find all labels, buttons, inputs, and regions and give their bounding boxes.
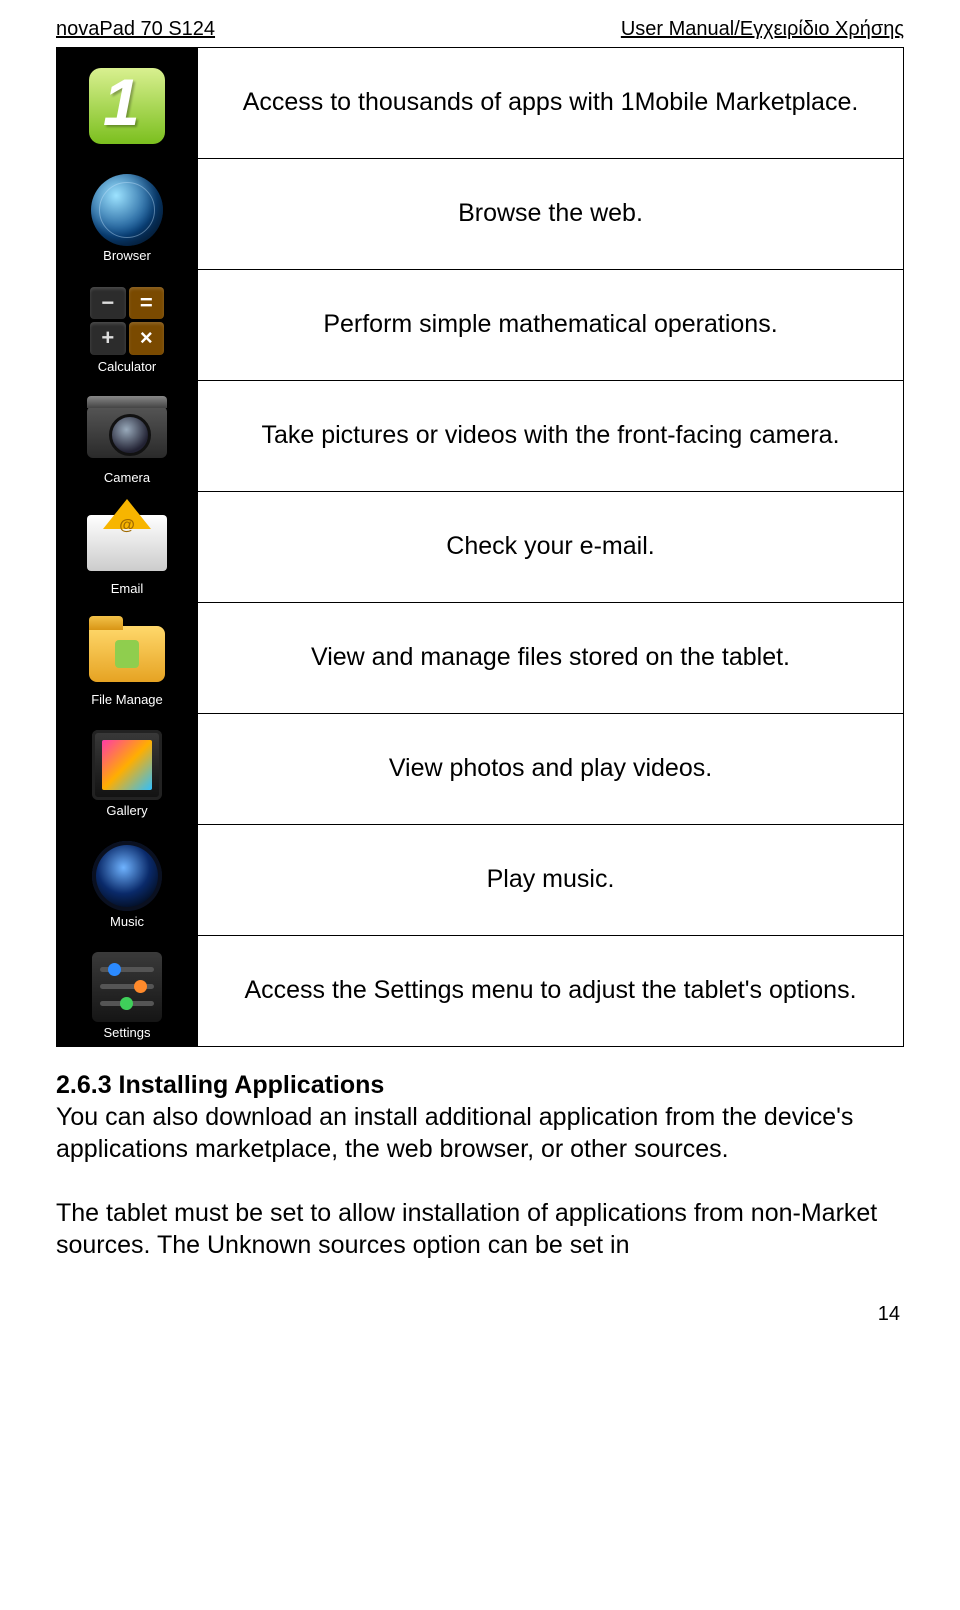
icon-label: Settings — [104, 1025, 151, 1044]
settings-sliders-icon — [92, 952, 162, 1022]
folder-icon — [89, 626, 165, 682]
table-row: Music Play music. — [57, 825, 904, 936]
icon-cell-calculator: −=+× Calculator — [57, 270, 198, 381]
email-icon — [87, 515, 167, 571]
icon-cell-settings: Settings — [57, 936, 198, 1047]
icon-cell-email: Email — [57, 492, 198, 603]
desc-cell: View photos and play videos. — [198, 714, 904, 825]
gallery-icon — [92, 730, 162, 800]
page-header: novaPad 70 S124 User Manual/Εγχειρίδιο Χ… — [56, 18, 904, 41]
paragraph: You can also download an install additio… — [56, 1101, 904, 1165]
table-row: Browser Browse the web. — [57, 159, 904, 270]
header-left: novaPad 70 S124 — [56, 18, 215, 41]
desc-cell: Perform simple mathematical operations. — [198, 270, 904, 381]
desc-cell: View and manage files stored on the tabl… — [198, 603, 904, 714]
section-body: 2.6.3 Installing Applications You can al… — [56, 1069, 904, 1261]
icon-cell-browser: Browser — [57, 159, 198, 270]
speaker-icon — [92, 841, 162, 911]
header-right: User Manual/Εγχειρίδιο Χρήσης — [621, 18, 904, 41]
icon-label: File Manage — [91, 692, 163, 711]
icon-cell-camera: Camera — [57, 381, 198, 492]
page-number: 14 — [56, 1303, 904, 1326]
table-row: Camera Take pictures or videos with the … — [57, 381, 904, 492]
table-row: Gallery View photos and play videos. — [57, 714, 904, 825]
apps-table: Access to thousands of apps with 1Mobile… — [56, 47, 904, 1047]
icon-label: Email — [111, 581, 144, 600]
paragraph: The tablet must be set to allow installa… — [56, 1197, 904, 1261]
desc-cell: Access the Settings menu to adjust the t… — [198, 936, 904, 1047]
manual-page: novaPad 70 S124 User Manual/Εγχειρίδιο Χ… — [0, 0, 960, 1366]
desc-cell: Play music. — [198, 825, 904, 936]
table-row: File Manage View and manage files stored… — [57, 603, 904, 714]
calculator-icon: −=+× — [90, 287, 164, 355]
desc-cell: Take pictures or videos with the front-f… — [198, 381, 904, 492]
icon-cell-gallery: Gallery — [57, 714, 198, 825]
one-mobile-icon — [89, 68, 165, 144]
icon-label: Calculator — [98, 359, 157, 378]
desc-cell: Access to thousands of apps with 1Mobile… — [198, 48, 904, 159]
section-title: 2.6.3 Installing Applications — [56, 1071, 384, 1099]
icon-cell-filemanager: File Manage — [57, 603, 198, 714]
icon-cell-music: Music — [57, 825, 198, 936]
icon-cell-1mobile — [57, 48, 198, 159]
icon-label: Music — [110, 914, 144, 933]
icon-label: Browser — [103, 248, 151, 267]
table-row: Access to thousands of apps with 1Mobile… — [57, 48, 904, 159]
table-row: Email Check your e-mail. — [57, 492, 904, 603]
icon-label: Camera — [104, 470, 150, 489]
table-row: Settings Access the Settings menu to adj… — [57, 936, 904, 1047]
desc-cell: Check your e-mail. — [198, 492, 904, 603]
camera-icon — [87, 406, 167, 458]
icon-label: Gallery — [106, 803, 147, 822]
globe-icon — [91, 174, 163, 246]
table-row: −=+× Calculator Perform simple mathemati… — [57, 270, 904, 381]
desc-cell: Browse the web. — [198, 159, 904, 270]
